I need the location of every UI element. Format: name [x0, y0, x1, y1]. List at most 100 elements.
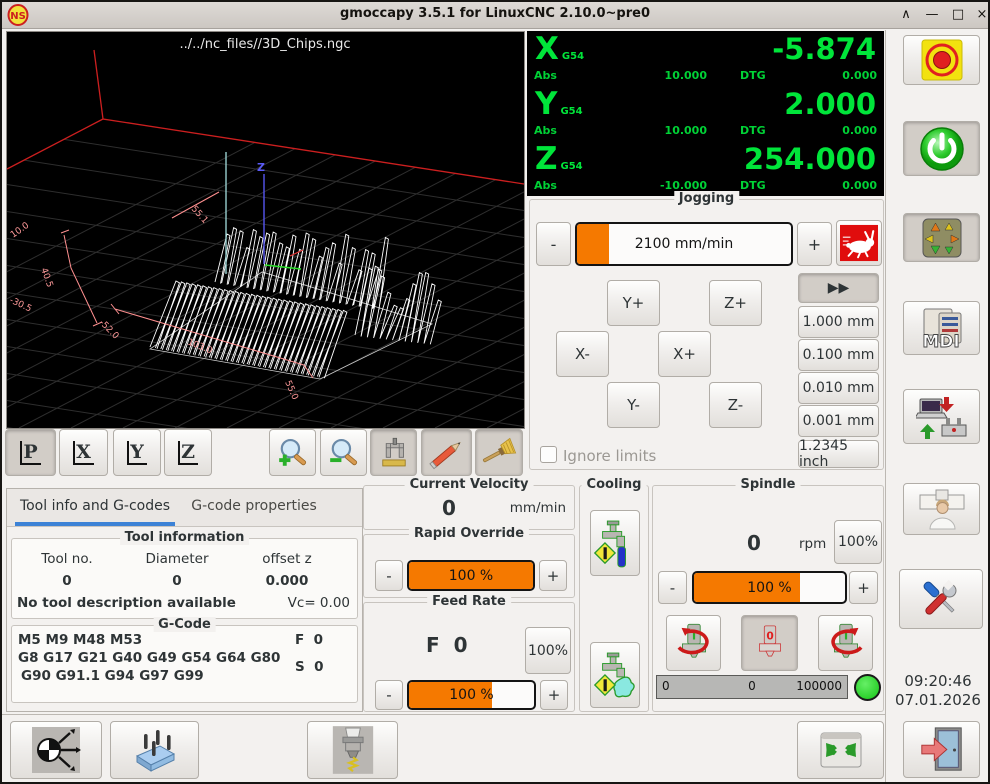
- spindle-plus-button[interactable]: +: [849, 571, 878, 604]
- machine-on-button[interactable]: [903, 121, 980, 176]
- jog-speed-minus-button[interactable]: -: [536, 222, 571, 266]
- zoom-out-button[interactable]: [320, 429, 367, 476]
- tool-panel-tabbar: Tool info and G-codes G-code properties: [7, 489, 362, 527]
- increment-01mm-button[interactable]: 0.100 mm: [798, 339, 879, 371]
- offset-z-value: 0.000: [232, 573, 342, 589]
- rapid-override-slider[interactable]: 100 %: [407, 560, 535, 591]
- manual-mode-button[interactable]: [903, 213, 980, 262]
- increment-1mm-button[interactable]: 1.000 mm: [798, 306, 879, 338]
- touch-off-button[interactable]: [10, 721, 102, 779]
- settings-button[interactable]: [899, 569, 983, 629]
- current-velocity-frame: Current Velocity 0 mm/min: [363, 485, 575, 530]
- tab-tool-info[interactable]: Tool info and G-codes: [15, 489, 175, 526]
- view-z-button[interactable]: Z: [164, 429, 212, 476]
- dro-axis-x[interactable]: XG54 -5.874 Abs10.000DTG0.000: [527, 31, 884, 86]
- feed-minus-button[interactable]: -: [375, 680, 403, 710]
- spindle-reset-button[interactable]: 100%: [834, 520, 882, 564]
- feed-plus-button[interactable]: +: [540, 680, 568, 710]
- spindle-minus-button[interactable]: -: [658, 571, 687, 604]
- jog-x-minus-button[interactable]: X-: [556, 331, 609, 377]
- rapid-override-frame: Rapid Override - 100 % +: [363, 534, 575, 598]
- jog-x-plus-button[interactable]: X+: [658, 331, 711, 377]
- titlebar[interactable]: NS gmoccapy 3.5.1 for LinuxCNC 2.10.0~pr…: [2, 2, 988, 29]
- dro-axis-y[interactable]: YG54 2.000 Abs10.000DTG0.000: [527, 86, 884, 141]
- jog-z-minus-button[interactable]: Z-: [709, 382, 762, 428]
- increment-inch-button[interactable]: 1.2345 inch: [798, 440, 879, 468]
- jog-z-plus-button[interactable]: Z+: [709, 280, 762, 326]
- spindle-rpm-value: 0: [729, 531, 779, 555]
- mist-icon: [594, 647, 636, 703]
- view-y-button[interactable]: Y: [113, 429, 161, 476]
- auto-mode-button[interactable]: [903, 389, 980, 444]
- feed-override-slider[interactable]: 100 %: [407, 680, 536, 710]
- maximize-icon[interactable]: □: [948, 5, 968, 25]
- dro-x-value: -5.874: [772, 32, 876, 66]
- close-icon[interactable]: ×: [972, 5, 990, 25]
- spindle-at-speed-led: [854, 674, 881, 701]
- spindle-stop-button[interactable]: 0: [741, 615, 798, 671]
- increment-001mm-button[interactable]: 0.010 mm: [798, 372, 879, 404]
- jogging-frame: Jogging - 2100 mm/min + Y+ Z+ X- X+ Y- Z…: [529, 199, 884, 470]
- flood-icon: [594, 515, 636, 571]
- velocity-value: 0: [424, 496, 474, 520]
- offset-z-header: offset z: [232, 551, 342, 567]
- tab-gcode-properties[interactable]: G-code properties: [179, 489, 329, 522]
- rapid-plus-button[interactable]: +: [539, 560, 567, 591]
- ignore-limits-checkbox[interactable]: [540, 446, 557, 463]
- jog-y-minus-button[interactable]: Y-: [607, 382, 660, 428]
- turtle-rabbit-toggle-button[interactable]: [836, 220, 882, 266]
- touch-plate-icon: [129, 726, 181, 774]
- dro-axis-z[interactable]: ZG54 254.000 Abs-10.000DTG0.000: [527, 141, 884, 196]
- fullscreen-button[interactable]: [797, 721, 884, 779]
- fast-forward-icon: ▶▶: [828, 280, 850, 296]
- exit-door-icon: [917, 725, 967, 775]
- emergency-stop-button[interactable]: [903, 35, 980, 85]
- spindle-cw-button[interactable]: I: [818, 615, 873, 671]
- mist-coolant-button[interactable]: [590, 642, 640, 708]
- broom-icon: [480, 435, 518, 471]
- svg-text:55.1: 55.1: [189, 204, 210, 226]
- svg-text:40.5: 40.5: [38, 267, 54, 289]
- feed-reset-button[interactable]: 100%: [525, 627, 571, 674]
- spindle-cw-icon: I: [822, 619, 870, 667]
- rapid-minus-button[interactable]: -: [375, 560, 403, 591]
- exit-button[interactable]: [903, 721, 980, 778]
- clear-plot-button[interactable]: [475, 429, 523, 476]
- toolpath: [150, 228, 441, 378]
- toolpath-clamp-button[interactable]: [370, 429, 417, 476]
- dro-y-value: 2.000: [784, 87, 876, 121]
- jog-mode-icon: [920, 216, 964, 260]
- spindle-ccw-button[interactable]: I: [666, 615, 721, 671]
- flood-coolant-button[interactable]: [590, 510, 640, 576]
- jog-y-plus-button[interactable]: Y+: [607, 280, 660, 326]
- bottom-toolbar-divider: [2, 714, 885, 715]
- minimize-icon[interactable]: —: [922, 5, 942, 25]
- auto-mode-icon: [916, 393, 968, 441]
- mdi-mode-button[interactable]: MDI: [903, 301, 980, 355]
- ignore-limits-label: Ignore limits: [563, 447, 656, 465]
- increment-rapid-button[interactable]: ▶▶: [798, 273, 879, 303]
- jog-speed-plus-button[interactable]: +: [797, 222, 832, 266]
- increment-0001mm-button[interactable]: 0.001 mm: [798, 405, 879, 437]
- rabbit-icon: [840, 224, 878, 262]
- svg-text:10.0: 10.0: [9, 221, 31, 241]
- gremlin-preview[interactable]: Z 10.0 40.5 -30.5 -52.0 55.1 103.0 55.0 …: [6, 31, 525, 429]
- jog-speed-slider[interactable]: 2100 mm/min: [575, 222, 793, 266]
- dimensions-pencil-button[interactable]: [421, 429, 472, 476]
- shade-icon[interactable]: ∧: [896, 5, 916, 25]
- view-x-button[interactable]: X: [59, 429, 108, 476]
- zoom-in-button[interactable]: [269, 429, 316, 476]
- spindle-override-slider[interactable]: 100 %: [692, 571, 847, 604]
- velocity-unit: mm/min: [510, 500, 566, 516]
- preview-grid: [7, 32, 524, 428]
- user-tabs-button[interactable]: [903, 483, 980, 535]
- rapid-override-value: 100 %: [409, 562, 533, 589]
- tool-panel-notebook: Tool info and G-codes G-code properties …: [6, 488, 363, 712]
- right-column-divider: [885, 30, 886, 784]
- view-perspective-button[interactable]: P: [5, 429, 56, 476]
- feed-word: F 0: [295, 632, 323, 648]
- loaded-file-path: ../../nc_files//3D_Chips.ngc: [179, 37, 350, 52]
- active-gcodes-1: G8 G17 G21 G40 G49 G54 G64 G80: [18, 650, 280, 666]
- tool-change-button[interactable]: [307, 721, 398, 779]
- block-height-button[interactable]: [110, 721, 199, 779]
